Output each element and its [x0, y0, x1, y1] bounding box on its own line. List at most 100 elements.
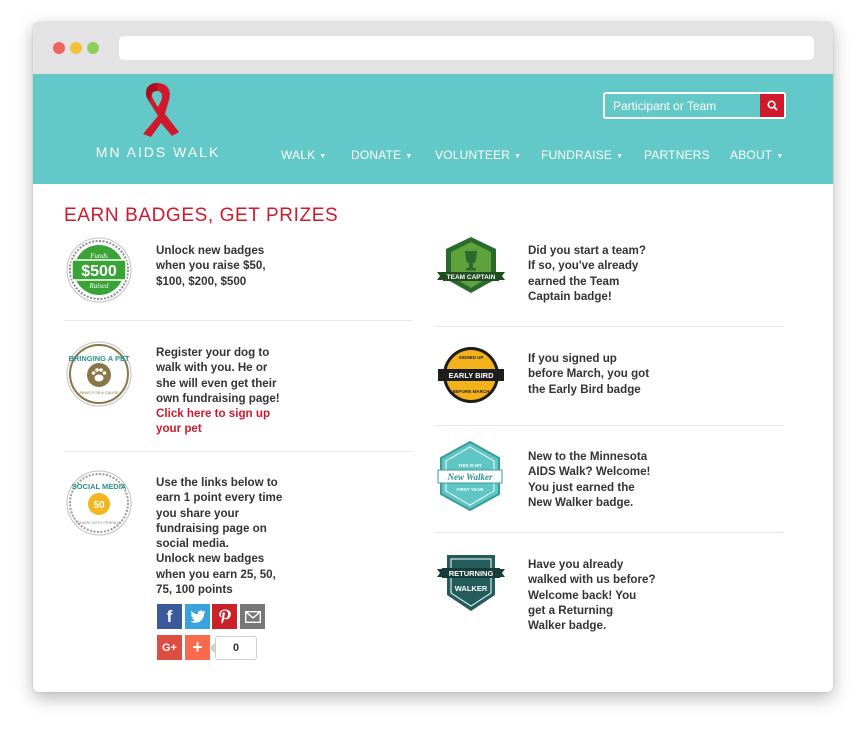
social-media-badge-icon: SOCIAL MEDIA 50 SHARE WITH FRIENDS [66, 470, 132, 536]
badge-amount: $500 [81, 263, 117, 280]
description-line: fundraising page on [156, 521, 267, 535]
sign-up-pet-link[interactable]: your pet [156, 421, 280, 436]
pinterest-icon [218, 609, 231, 624]
nav-walk-label: WALK [281, 148, 316, 162]
description-line: the Early Bird badge [528, 382, 641, 396]
bringing-a-pet-badge-icon: BRINGING A PET PAWS FOR A CAUSE [66, 341, 132, 407]
nav-donate-label: DONATE [351, 148, 402, 162]
description-line: If you signed up [528, 352, 617, 365]
chevron-down-icon: ▼ [514, 153, 522, 160]
close-window-icon[interactable] [53, 42, 65, 54]
nav-donate[interactable]: DONATE ▼ [351, 148, 412, 162]
new-walker-badge-icon: THIS IS MY New Walker FIRST YEAR [437, 440, 503, 512]
facebook-share-button[interactable]: f [157, 604, 182, 629]
nav-fundraise-label: FUNDRAISE [541, 148, 613, 162]
search-input[interactable] [605, 94, 760, 117]
site-logo-text[interactable]: MN AIDS WALK [95, 144, 221, 160]
description-line: 75, 100 points [156, 583, 233, 597]
description-line: walk with you. He or [156, 361, 268, 375]
raise-description: Unlock new badges when you raise $50, $1… [156, 243, 266, 289]
team-captain-badge-icon: TEAM CAPTAIN [437, 237, 505, 293]
address-bar[interactable] [119, 36, 814, 60]
badge-text: WALKER [455, 584, 488, 593]
pet-description: Register your dog to walk with you. He o… [156, 345, 280, 437]
nav-volunteer[interactable]: VOLUNTEER ▼ [435, 148, 521, 162]
badge-amount: 50 [93, 500, 105, 511]
googleplus-share-button[interactable]: G+ [157, 635, 182, 660]
chevron-down-icon: ▼ [776, 153, 784, 160]
share-count: 0 [215, 636, 257, 660]
maximize-window-icon[interactable] [87, 42, 99, 54]
nav-walk[interactable]: WALK ▼ [281, 148, 327, 162]
description-line: AIDS Walk? Welcome! [528, 465, 651, 479]
description-line: Walker badge. [528, 619, 607, 633]
divider [64, 320, 412, 321]
returning-description: Have you already walked with us before? … [528, 557, 656, 633]
divider [64, 451, 412, 452]
red-ribbon-logo-icon[interactable] [130, 80, 184, 138]
email-icon [244, 610, 261, 623]
early-bird-badge-icon: SIGNED UP EARLY BIRD BEFORE MARCH [438, 347, 504, 403]
description-line: $100, $200, $500 [156, 274, 247, 288]
badge-text: FIRST YEAR [457, 487, 484, 492]
social-description: Use the links below to earn 1 point ever… [156, 475, 282, 597]
badge-text: Raised [88, 282, 109, 290]
description-line: Unlock new badges [156, 552, 265, 566]
badge-text: BRINGING A PET [68, 354, 130, 363]
page-title: EARN BADGES, GET PRIZES [64, 205, 339, 226]
description-line: Have you already [528, 558, 624, 571]
description-line: when you raise $50, [156, 259, 266, 273]
description-line: Welcome back! You [528, 588, 637, 602]
search-box [603, 92, 786, 119]
description-line: New Walker badge. [528, 495, 634, 509]
badge-text: SHARE WITH FRIENDS [77, 520, 121, 525]
description-line: earn 1 point every time [156, 491, 283, 505]
description-line: social media. [156, 537, 229, 551]
nav-partners[interactable]: PARTNERS [644, 148, 710, 162]
badge-text: Funds [89, 252, 108, 260]
badge-text: EARLY BIRD [448, 371, 494, 380]
description-line: New to the Minnesota [528, 450, 648, 463]
description-line: you share your [156, 506, 240, 520]
twitter-share-button[interactable] [185, 604, 210, 629]
nav-about-label: ABOUT [730, 148, 773, 162]
badge-text: RETURNING [449, 569, 494, 578]
chevron-down-icon: ▼ [616, 153, 624, 160]
nav-volunteer-label: VOLUNTEER [435, 148, 511, 162]
site-header: MN AIDS WALK WALK▼ DONATE▼ VOLUNTEER▼ FU… [33, 74, 833, 184]
badge-text: New Walker [447, 472, 493, 482]
description-line: Captain badge! [528, 289, 612, 303]
divider [435, 326, 783, 327]
chevron-down-icon: ▼ [319, 153, 327, 160]
early-bird-description: If you signed up before March, you got t… [528, 351, 649, 397]
nav-fundraise[interactable]: FUNDRAISE ▼ [541, 148, 623, 162]
pinterest-share-button[interactable] [212, 604, 237, 629]
divider [435, 425, 783, 426]
description-line: Unlock new badges [156, 244, 265, 257]
nav-partners-label: PARTNERS [644, 148, 710, 162]
description-line: walked with us before? [528, 573, 656, 587]
facebook-icon: f [166, 606, 173, 626]
description-line: own fundraising page! [156, 391, 280, 405]
team-captain-description: Did you start a team? If so, you've alre… [528, 243, 646, 304]
funds-raised-badge-icon: Funds $500 Raised [66, 237, 132, 303]
description-line: when you earn 25, 50, [156, 567, 276, 581]
email-share-button[interactable] [240, 604, 265, 629]
description-line: Did you start a team? [528, 244, 646, 257]
description-line: she will even get their [156, 376, 277, 390]
nav-about[interactable]: ABOUT ▼ [730, 148, 783, 162]
description-line: before March, you got [528, 367, 650, 381]
sign-up-pet-link[interactable]: Click here to sign up [156, 406, 280, 421]
badge-text: SOCIAL MEDIA [72, 482, 127, 491]
divider [435, 532, 783, 533]
search-icon [766, 100, 778, 111]
addthis-share-button[interactable]: + [185, 635, 210, 660]
badge-text: SIGNED UP [459, 355, 484, 360]
description-line: earned the Team [528, 274, 620, 288]
description-line: Use the links below to [156, 476, 278, 489]
browser-chrome [33, 22, 833, 74]
minimize-window-icon[interactable] [70, 42, 82, 54]
description-line: If so, you've already [528, 259, 639, 273]
badge-text: BEFORE MARCH [453, 389, 490, 394]
search-button[interactable] [760, 94, 784, 117]
